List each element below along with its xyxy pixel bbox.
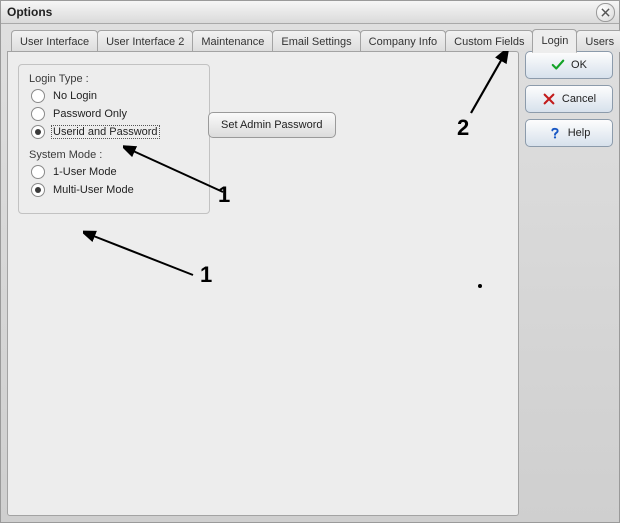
radio-icon [31,183,45,197]
question-icon [548,126,562,140]
tabstrip: User Interface User Interface 2 Maintena… [11,29,613,51]
button-label: OK [571,59,587,71]
button-label: Help [568,127,591,139]
cancel-button[interactable]: Cancel [525,85,613,113]
tab-label: Users [585,36,614,48]
tab-label: Maintenance [201,36,264,48]
tab-user-interface-2[interactable]: User Interface 2 [97,30,193,52]
radio-label: No Login [51,89,99,103]
x-icon [542,92,556,106]
tab-maintenance[interactable]: Maintenance [192,30,273,52]
annotation-number-1b: 1 [200,262,212,288]
tab-custom-fields[interactable]: Custom Fields [445,30,533,52]
options-window: Options User Interface User Interface 2 … [0,0,620,523]
tab-email-settings[interactable]: Email Settings [272,30,360,52]
close-icon [601,6,610,20]
dialog-buttons: OK Cancel Help [525,51,613,147]
window-title: Options [7,5,52,19]
annotation-dot [478,284,482,288]
tab-label: Login [541,35,568,47]
login-options-fieldset: Login Type : No Login Password Only User… [18,64,210,214]
ok-button[interactable]: OK [525,51,613,79]
radio-1-user-mode[interactable]: 1-User Mode [31,165,199,179]
radio-label: Multi-User Mode [51,183,136,197]
radio-userid-and-password[interactable]: Userid and Password [31,125,199,139]
radio-icon [31,125,45,139]
check-icon [551,58,565,72]
radio-label: Password Only [51,107,129,121]
window-close-button[interactable] [596,3,615,22]
radio-icon [31,89,45,103]
tab-users[interactable]: Users [576,30,620,52]
tab-user-interface[interactable]: User Interface [11,30,98,52]
titlebar: Options [1,1,619,24]
tab-label: Email Settings [281,36,351,48]
radio-no-login[interactable]: No Login [31,89,199,103]
help-button[interactable]: Help [525,119,613,147]
set-admin-password-button[interactable]: Set Admin Password [208,112,336,138]
tab-login-page: Login Type : No Login Password Only User… [7,51,519,516]
tab-label: User Interface 2 [106,36,184,48]
button-label: Set Admin Password [221,119,323,131]
annotation-number-1a: 1 [218,182,230,208]
radio-icon [31,107,45,121]
radio-label: 1-User Mode [51,165,119,179]
system-mode-header: System Mode : [29,149,199,161]
client-area: User Interface User Interface 2 Maintena… [1,23,619,522]
radio-multi-user-mode[interactable]: Multi-User Mode [31,183,199,197]
button-label: Cancel [562,93,596,105]
radio-label: Userid and Password [51,125,160,139]
login-type-header: Login Type : [29,73,199,85]
radio-password-only[interactable]: Password Only [31,107,199,121]
tab-company-info[interactable]: Company Info [360,30,446,52]
tab-label: Custom Fields [454,36,524,48]
tab-label: Company Info [369,36,437,48]
tab-label: User Interface [20,36,89,48]
tab-login[interactable]: Login [532,29,577,53]
annotation-arrow-1b [83,227,203,287]
radio-icon [31,165,45,179]
